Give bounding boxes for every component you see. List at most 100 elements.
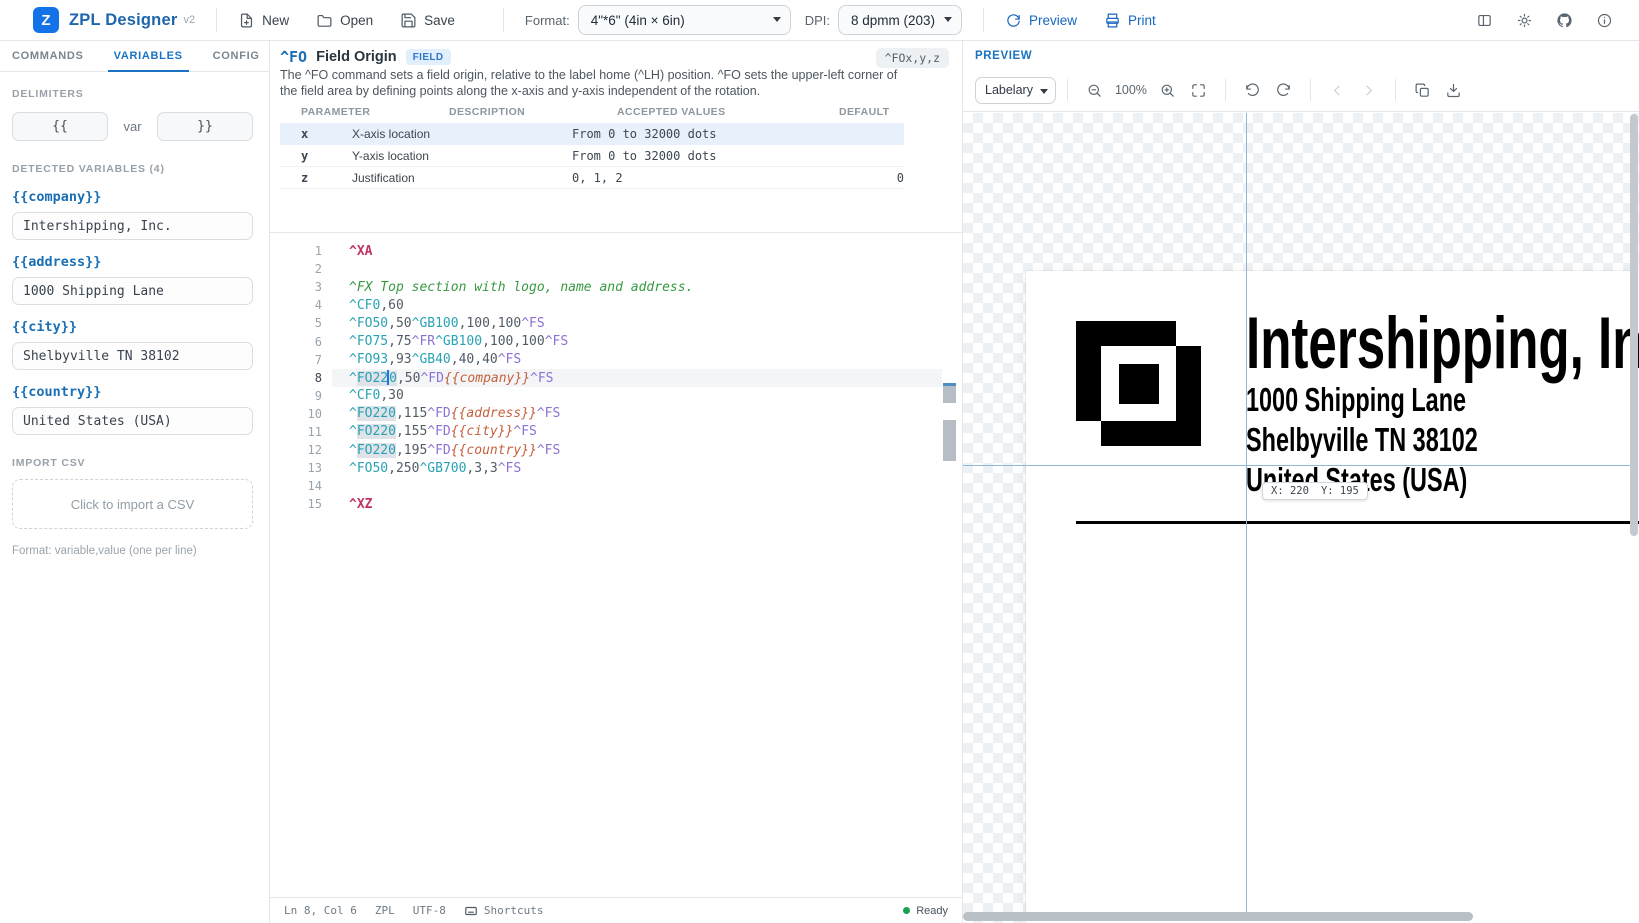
open-button[interactable]: Open xyxy=(316,12,373,29)
github-icon[interactable] xyxy=(1556,12,1573,29)
delimiters-heading: DELIMITERS xyxy=(12,88,253,100)
code-line[interactable]: 1^XA xyxy=(270,242,962,260)
undo-icon[interactable] xyxy=(1244,82,1261,99)
crosshair-horizontal-guide xyxy=(963,465,1631,466)
zoom-in-icon[interactable] xyxy=(1159,82,1176,99)
copy-icon[interactable] xyxy=(1414,82,1431,99)
save-button[interactable]: Save xyxy=(400,12,455,29)
code-line[interactable]: 6^FO75,75^FR^GB100,100,100^FS xyxy=(270,332,962,350)
variable-value-input[interactable]: Shelbyville TN 38102 xyxy=(12,342,253,370)
label-address-text: 1000 Shipping Lane xyxy=(1246,383,1466,416)
folder-icon xyxy=(316,12,333,29)
main-panel: ^FO Field Origin FIELD ^FOx,y,z The ^FO … xyxy=(270,41,963,923)
divider xyxy=(1067,79,1068,101)
doc-description: The ^FO command sets a field origin, rel… xyxy=(280,68,905,99)
panel-layout-icon[interactable] xyxy=(1476,12,1493,29)
render-engine-select[interactable]: Labelary xyxy=(975,77,1056,104)
fit-to-screen-icon[interactable] xyxy=(1190,82,1207,99)
variable-value-input[interactable]: 1000 Shipping Lane xyxy=(12,277,253,305)
redo-icon[interactable] xyxy=(1275,82,1292,99)
code-line[interactable]: 5^FO50,50^GB100,100,100^FS xyxy=(270,314,962,332)
label-city-text: Shelbyville TN 38102 xyxy=(1246,423,1478,456)
code-line[interactable]: 9^CF0,30 xyxy=(270,387,962,405)
preview-horizontal-scrollbar[interactable] xyxy=(963,912,1629,921)
line-number: 7 xyxy=(270,353,322,367)
divider xyxy=(503,8,504,32)
tab-commands[interactable]: COMMANDS xyxy=(12,41,84,71)
app-version: v2 xyxy=(183,14,195,26)
zoom-out-icon[interactable] xyxy=(1086,82,1103,99)
tab-variables[interactable]: VARIABLES xyxy=(114,41,183,71)
divider xyxy=(1225,79,1226,101)
variable-value-input[interactable]: United States (USA) xyxy=(12,407,253,435)
preview-panel: PREVIEW Labelary 100% xyxy=(963,41,1639,923)
code-line[interactable]: 11^FO220,155^FD{{city}}^FS xyxy=(270,423,962,441)
info-icon[interactable] xyxy=(1596,12,1613,29)
label-preview: Intershipping, Inc. 1000 Shipping Lane S… xyxy=(1026,271,1639,923)
logo-box-center xyxy=(1119,364,1159,404)
delimiter-var-label: var xyxy=(108,119,157,134)
dpi-select[interactable]: 8 dpmm (203) xyxy=(838,5,962,35)
preview-button[interactable]: Preview xyxy=(1005,12,1077,29)
next-label-icon[interactable] xyxy=(1360,82,1377,99)
occurrence-marker xyxy=(943,420,956,461)
editor-statusbar: Ln 8, Col 6 ZPL UTF-8 Shortcuts Ready xyxy=(270,897,962,923)
delimiter-close-input[interactable]: }} xyxy=(157,112,253,141)
divider xyxy=(1310,79,1311,101)
format-select[interactable]: 4"*6" (4in × 6in) xyxy=(578,5,791,35)
line-number: 11 xyxy=(270,425,322,439)
previous-label-icon[interactable] xyxy=(1329,82,1346,99)
label-company-text: Intershipping, Inc. xyxy=(1246,307,1639,380)
preview-vertical-scrollbar[interactable] xyxy=(1630,114,1638,911)
preview-canvas[interactable]: Intershipping, Inc. 1000 Shipping Lane S… xyxy=(963,113,1639,923)
printer-icon xyxy=(1104,12,1121,29)
variable-name: {{company}} xyxy=(12,189,253,205)
ready-status-dot xyxy=(903,907,910,914)
parameter-table-header: PARAMETER DESCRIPTION ACCEPTED VALUES DE… xyxy=(280,104,904,123)
theme-sun-icon[interactable] xyxy=(1516,12,1533,29)
code-line[interactable]: 15^XZ xyxy=(270,495,962,513)
code-line[interactable]: 13^FO50,250^GB700,3,3^FS xyxy=(270,459,962,477)
line-number: 2 xyxy=(270,262,322,276)
sidebar-tabs: COMMANDS VARIABLES CONFIG xyxy=(0,41,269,72)
code-line[interactable]: 2 xyxy=(270,260,962,278)
delimiter-open-input[interactable]: {{ xyxy=(12,112,108,141)
tab-config[interactable]: CONFIG xyxy=(213,41,260,71)
parameter-row[interactable]: zJustification0, 1, 20 xyxy=(280,167,904,189)
parameter-row[interactable]: yY-axis locationFrom 0 to 32000 dots xyxy=(280,145,904,167)
occurrence-marker xyxy=(943,386,956,403)
preview-title: PREVIEW xyxy=(975,50,1032,62)
code-line[interactable]: 10^FO220,115^FD{{address}}^FS xyxy=(270,405,962,423)
preview-toolbar: Labelary 100% xyxy=(975,73,1469,107)
print-button[interactable]: Print xyxy=(1104,12,1156,29)
download-icon[interactable] xyxy=(1445,82,1462,99)
editor-overview-ruler[interactable] xyxy=(943,233,956,897)
ready-status: Ready xyxy=(916,905,948,917)
divider xyxy=(1395,79,1396,101)
code-editor[interactable]: 1^XA 2 3^FX Top section with logo, name an… xyxy=(270,233,962,897)
code-line[interactable]: 12^FO220,195^FD{{country}}^FS xyxy=(270,441,962,459)
line-number: 14 xyxy=(270,479,322,493)
new-button[interactable]: New xyxy=(238,12,289,29)
dpi-label: DPI: xyxy=(805,13,830,28)
code-line[interactable]: 4^CF0,60 xyxy=(270,296,962,314)
code-line[interactable]: 3^FX Top section with logo, name and add… xyxy=(270,278,962,296)
code-line[interactable]: 8^FO220,50^FD{{company}}^FS xyxy=(270,369,962,387)
csv-dropzone[interactable]: Click to import a CSV xyxy=(12,479,253,529)
encoding: UTF-8 xyxy=(413,904,446,917)
chevron-down-icon xyxy=(1040,89,1048,94)
variable-value-input[interactable]: Intershipping, Inc. xyxy=(12,212,253,240)
refresh-icon xyxy=(1005,12,1022,29)
detected-variables-heading: DETECTED VARIABLES (4) xyxy=(12,163,253,175)
import-csv-heading: IMPORT CSV xyxy=(12,457,253,469)
shortcuts-button[interactable]: Shortcuts xyxy=(464,904,544,918)
zoom-level: 100% xyxy=(1115,83,1147,97)
code-line[interactable]: 14 xyxy=(270,477,962,495)
parameter-row[interactable]: xX-axis locationFrom 0 to 32000 dots xyxy=(280,123,904,145)
code-line[interactable]: 7^FO93,93^GB40,40,40^FS xyxy=(270,351,962,369)
field-badge: FIELD xyxy=(406,49,451,65)
line-number: 5 xyxy=(270,316,322,330)
doc-title: Field Origin xyxy=(316,49,397,65)
line-number: 3 xyxy=(270,280,322,294)
line-number: 9 xyxy=(270,389,322,403)
